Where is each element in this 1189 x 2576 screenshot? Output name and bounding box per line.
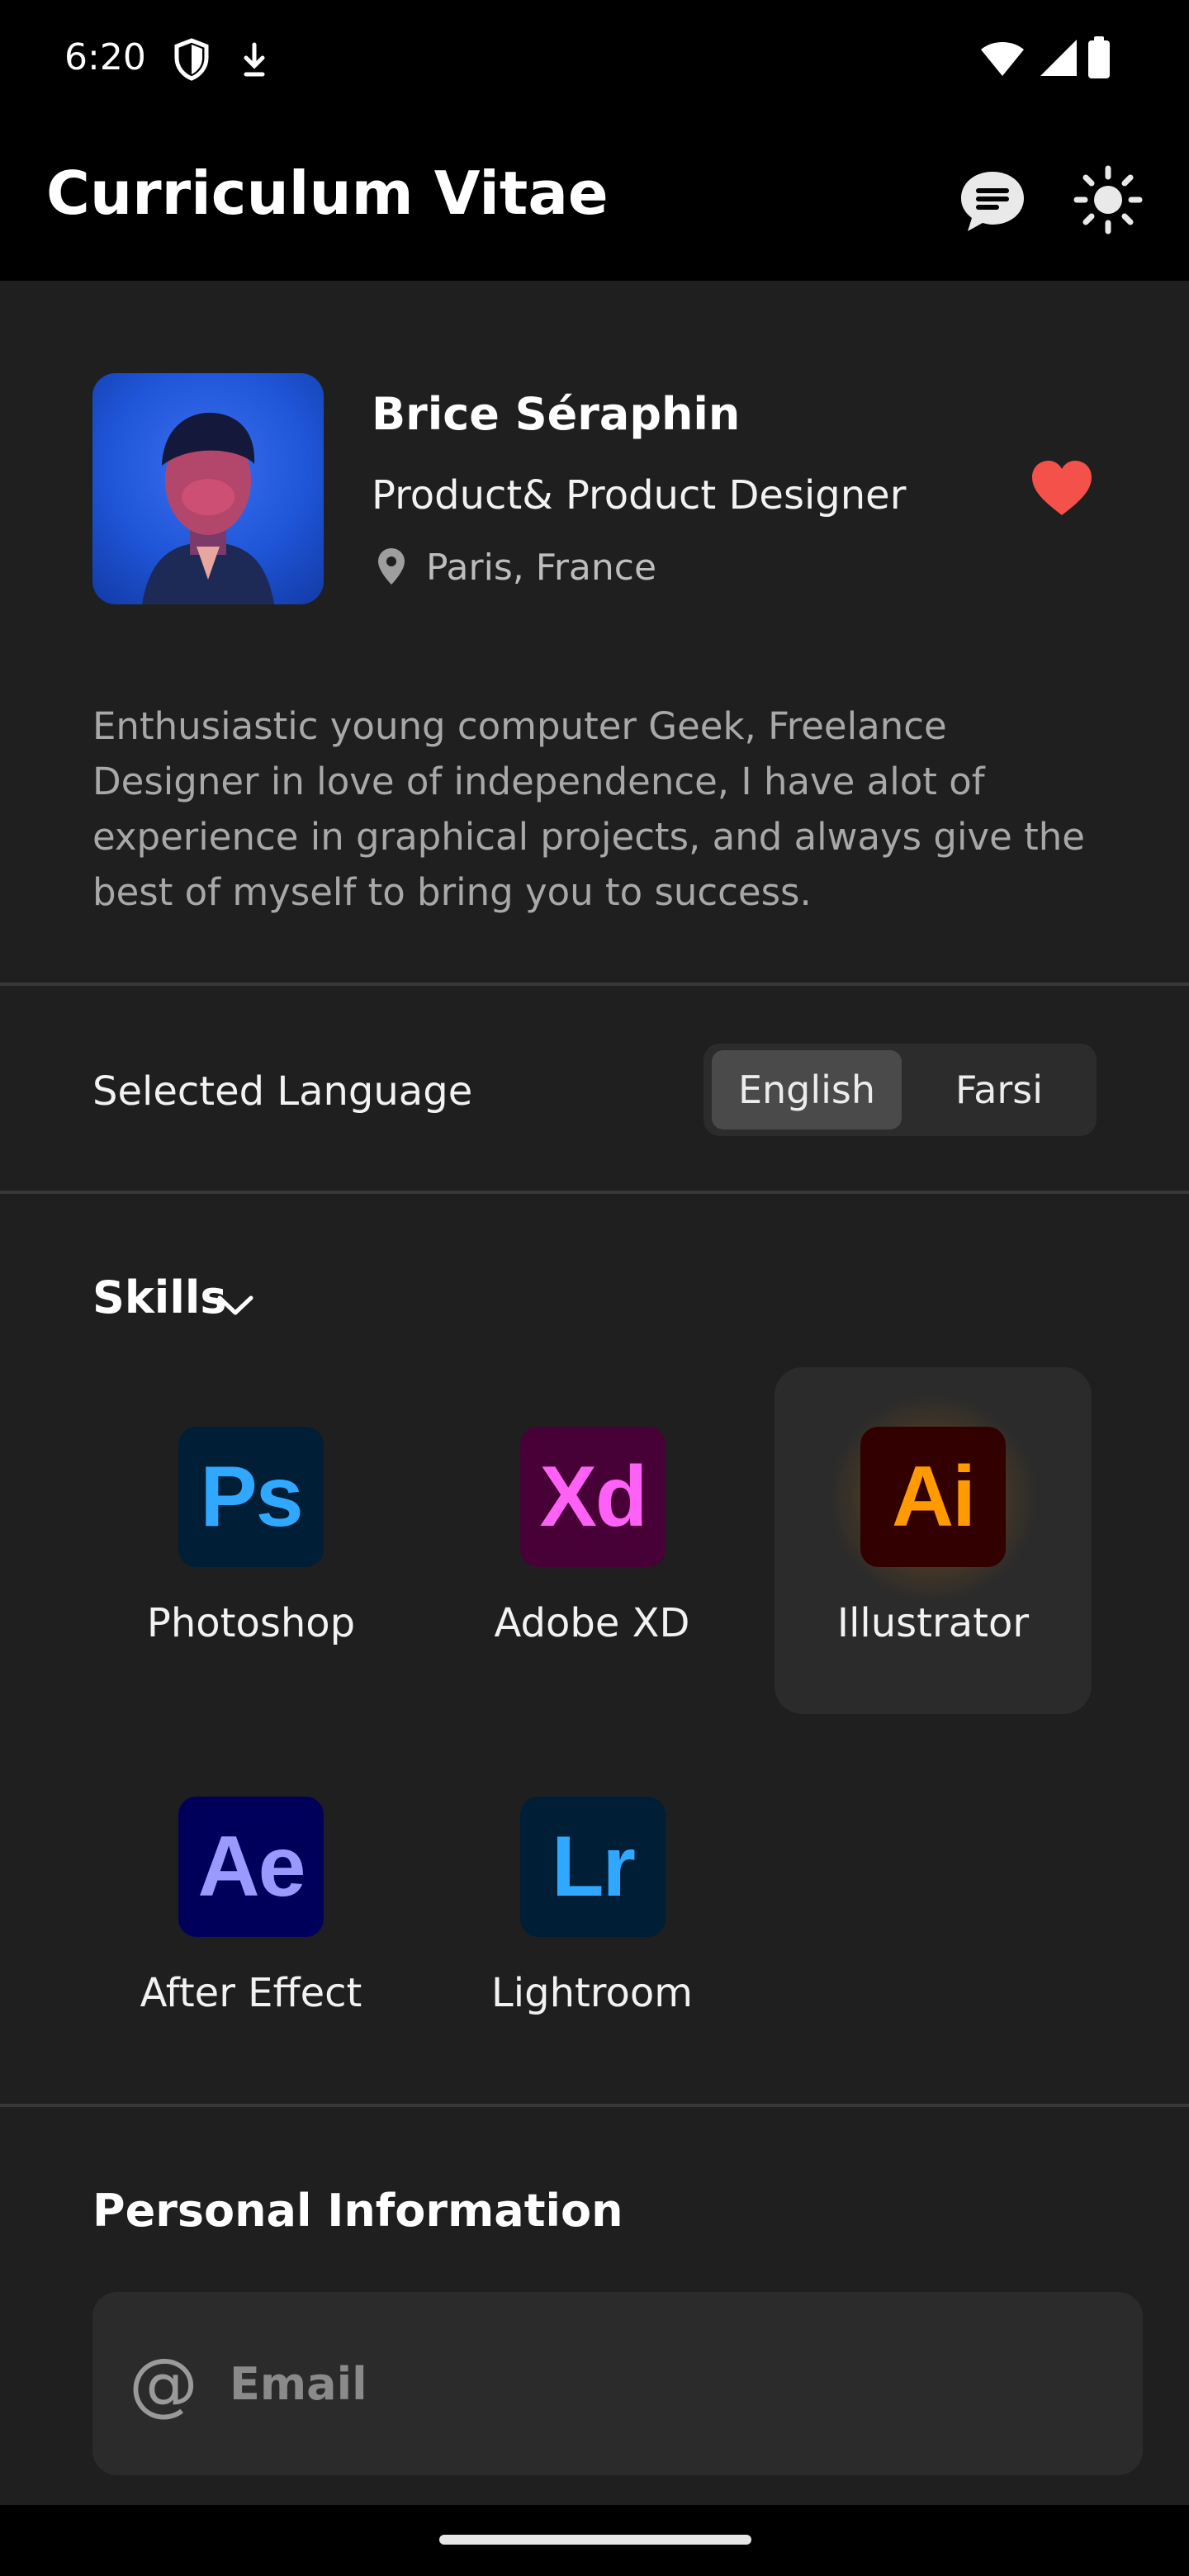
skill-label-after-effect: After Effect — [140, 1970, 362, 2016]
profile-job-title: Product& Product Designer — [372, 472, 907, 519]
skill-label-illustrator: Illustrator — [836, 1600, 1030, 1646]
divider — [0, 1191, 1189, 1194]
adobe-xd-logo-icon: Xd — [520, 1427, 666, 1567]
chat-icon[interactable] — [958, 168, 1027, 234]
heart-favorite-icon[interactable] — [1030, 459, 1093, 517]
profile-name: Brice Séraphin — [372, 388, 741, 440]
illustrator-logo-icon: Ai — [860, 1427, 1006, 1567]
after-effects-logo-icon: Ae — [178, 1797, 324, 1937]
chevron-down-icon[interactable] — [216, 1293, 254, 1318]
divider — [0, 983, 1189, 986]
language-option-farsi[interactable]: Farsi — [908, 1050, 1090, 1129]
language-label: Selected Language — [92, 1068, 473, 1115]
status-time: 6:20 — [64, 36, 146, 78]
avatar-portrait-image — [142, 412, 274, 604]
at-sign-icon: @ — [129, 2343, 198, 2424]
skill-label-lightroom: Lightroom — [491, 1970, 693, 2016]
email-placeholder: Email — [230, 2358, 367, 2410]
location-pin-icon — [378, 548, 405, 585]
skills-title[interactable]: Skills — [92, 1271, 226, 1324]
signal-icon — [1040, 40, 1077, 76]
skill-label-adobe-xd: Adobe XD — [494, 1600, 690, 1646]
personal-information-title: Personal Information — [92, 2185, 623, 2237]
sun-theme-icon[interactable] — [1073, 165, 1143, 234]
skill-label-photoshop: Photoshop — [146, 1600, 356, 1646]
home-indicator[interactable] — [439, 2535, 751, 2545]
avatar — [92, 373, 324, 604]
photoshop-logo-icon: Ps — [178, 1427, 324, 1567]
download-arrow-icon — [244, 42, 265, 77]
divider — [0, 2104, 1189, 2107]
lightroom-logo-icon: Lr — [520, 1797, 666, 1937]
app-title: Curriculum Vitae — [46, 159, 609, 228]
shield-icon — [174, 38, 209, 81]
bio-text: Enthusiastic young computer Geek, Freela… — [92, 704, 1085, 914]
language-option-english[interactable]: English — [712, 1050, 902, 1129]
wifi-icon — [981, 42, 1024, 76]
battery-icon — [1088, 36, 1110, 78]
profile-location: Paris, France — [426, 547, 657, 589]
